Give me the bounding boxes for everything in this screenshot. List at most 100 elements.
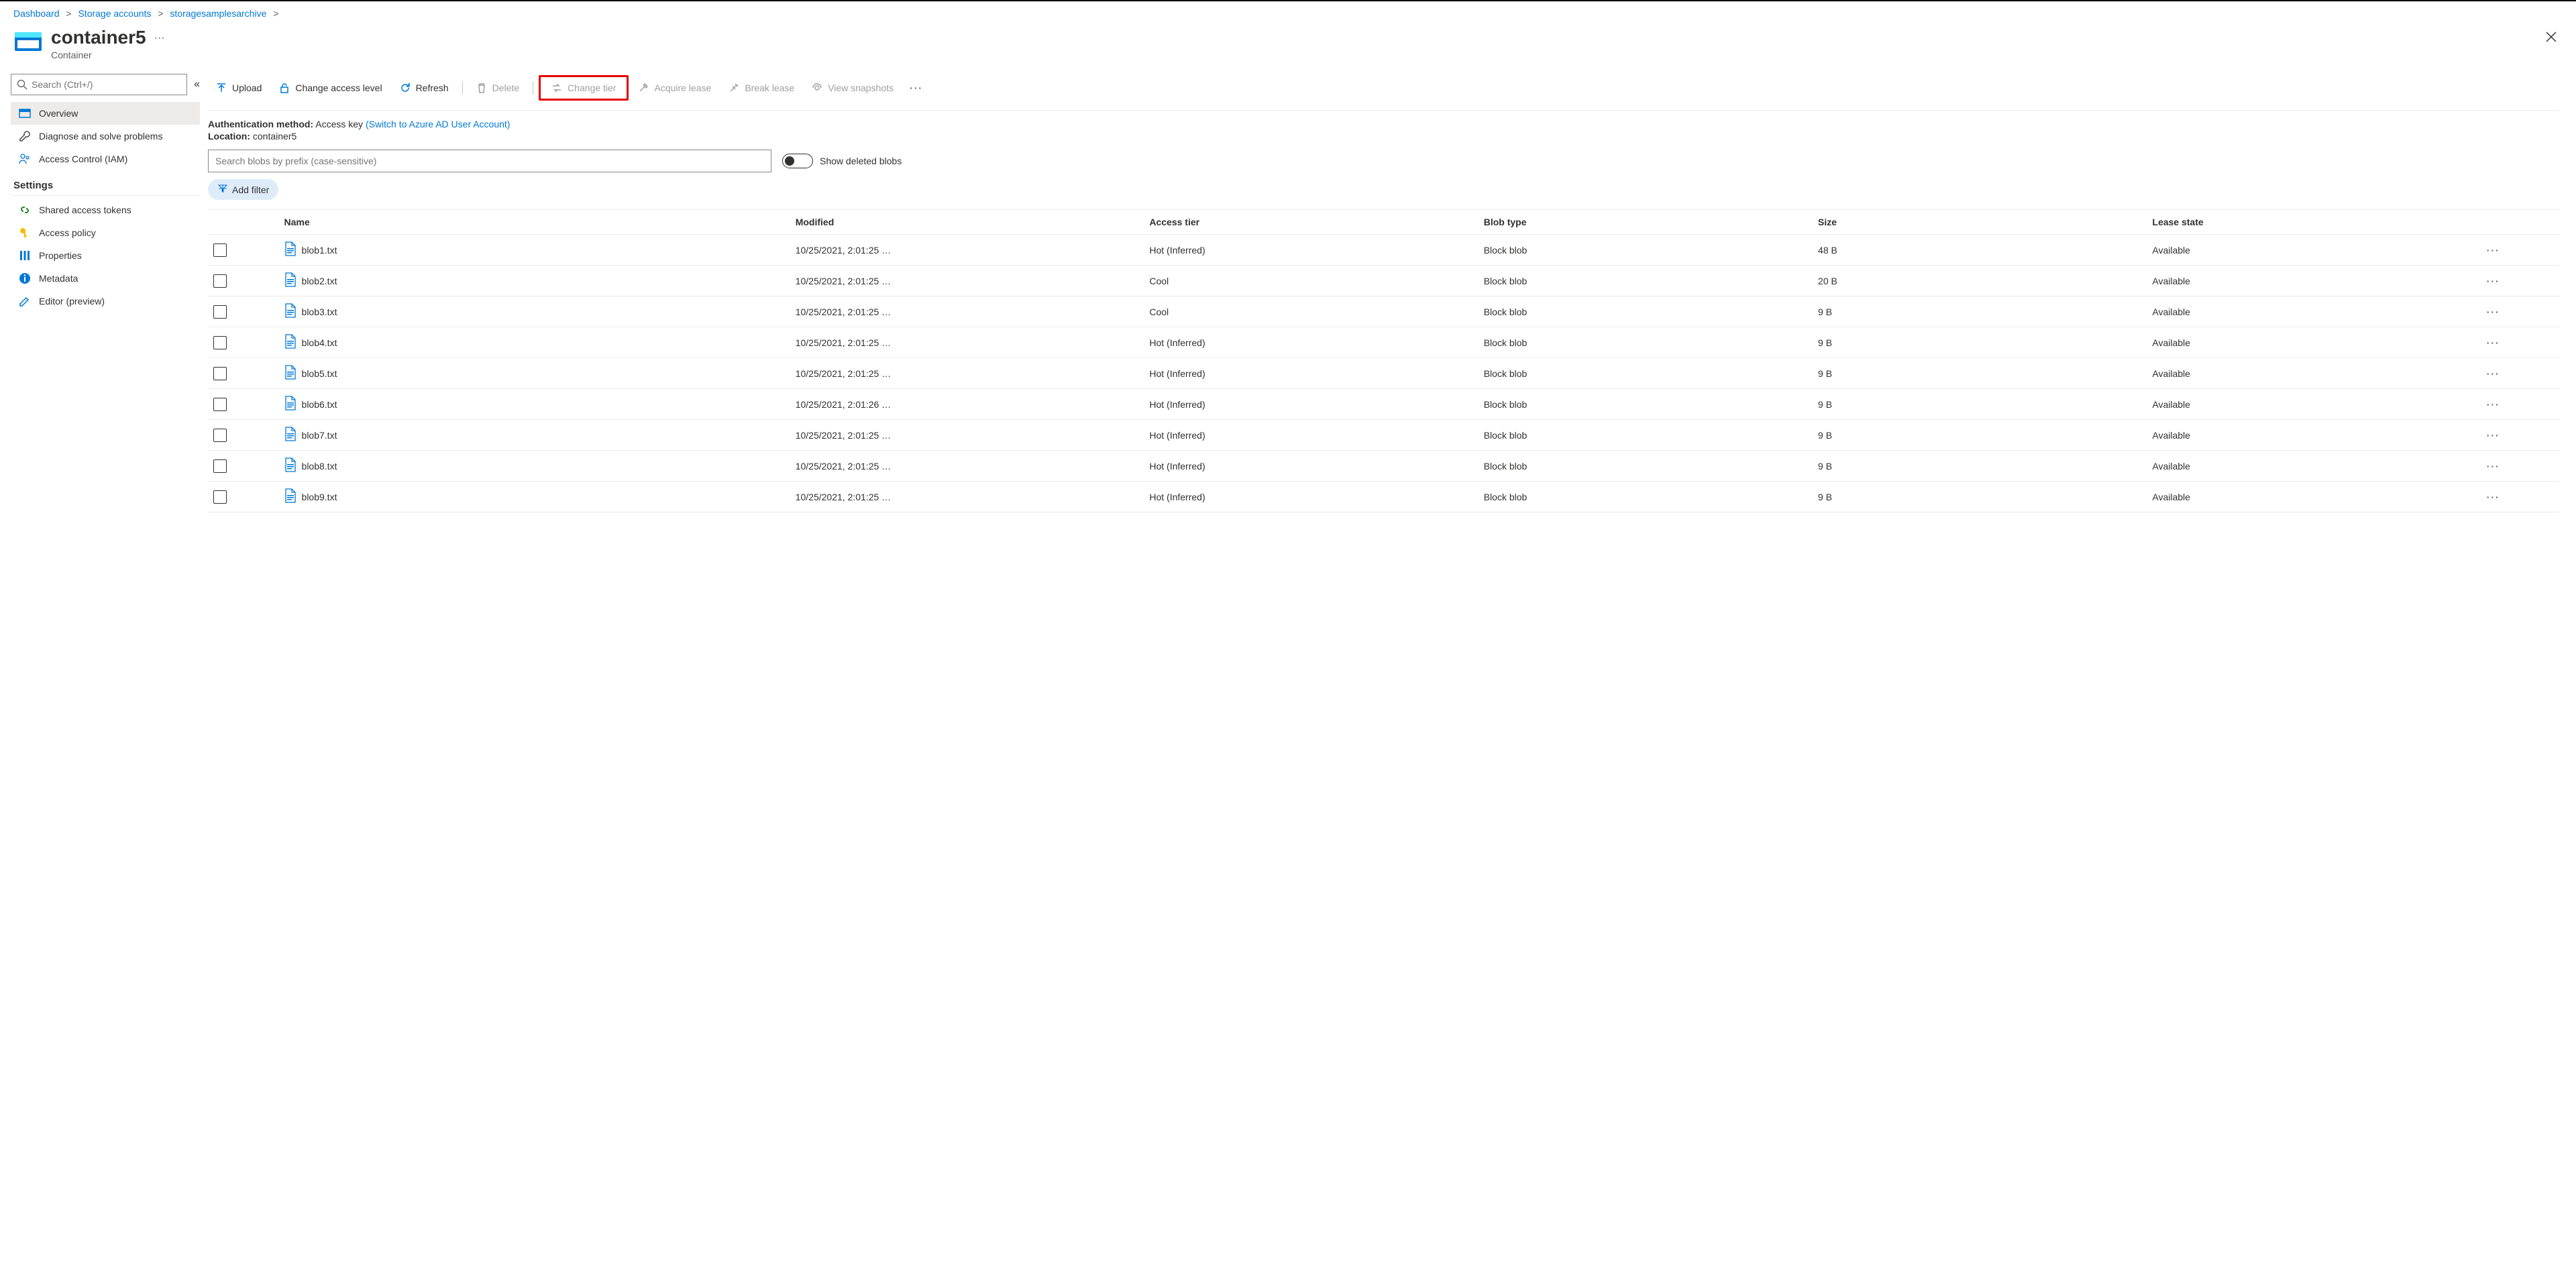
row-more-button[interactable]: ···	[2481, 327, 2560, 358]
row-checkbox[interactable]	[213, 305, 227, 319]
change-tier-icon	[551, 82, 562, 93]
sidebar-item-label: Metadata	[39, 273, 78, 284]
row-checkbox[interactable]	[213, 274, 227, 288]
sidebar-item-overview[interactable]: Overview	[11, 102, 200, 125]
refresh-button[interactable]: Refresh	[392, 78, 457, 97]
change-tier-button: Change tier	[539, 75, 629, 101]
blob-name[interactable]: blob8.txt	[302, 461, 337, 472]
blob-modified: 10/25/2021, 2:01:25 …	[790, 235, 1144, 266]
sidebar-item-diagnose[interactable]: Diagnose and solve problems	[11, 125, 200, 148]
close-button[interactable]	[2540, 27, 2563, 50]
sidebar-search-input[interactable]	[32, 79, 181, 90]
table-row[interactable]: blob8.txt10/25/2021, 2:01:25 …Hot (Infer…	[208, 451, 2560, 482]
breadcrumb-storage-accounts[interactable]: Storage accounts	[78, 8, 151, 19]
collapse-sidebar-button[interactable]: «	[194, 78, 200, 91]
overview-icon	[19, 107, 31, 119]
col-header-blob-type[interactable]: Blob type	[1479, 210, 1813, 235]
upload-button[interactable]: Upload	[208, 78, 270, 97]
blob-name[interactable]: blob7.txt	[302, 430, 337, 441]
blob-tier: Hot (Inferred)	[1144, 451, 1478, 482]
show-deleted-toggle[interactable]	[782, 154, 813, 168]
blob-lease: Available	[2147, 358, 2481, 389]
auth-method-row: Authentication method: Access key (Switc…	[208, 111, 2560, 131]
view-snapshots-button: View snapshots	[804, 78, 902, 97]
link-icon	[19, 204, 31, 216]
row-checkbox[interactable]	[213, 429, 227, 442]
table-row[interactable]: blob9.txt 10/25/2021, 2:01:25 …Hot (Infer…	[208, 482, 2560, 512]
title-more-button[interactable]: ···	[154, 27, 165, 44]
row-checkbox[interactable]	[213, 243, 227, 257]
row-checkbox[interactable]	[213, 490, 227, 504]
file-icon	[284, 365, 297, 382]
col-header-size[interactable]: Size	[1813, 210, 2147, 235]
toolbar-more-button[interactable]: ···	[903, 80, 930, 96]
file-icon	[284, 488, 297, 505]
row-more-button[interactable]: ···	[2481, 235, 2560, 266]
blob-type: Block blob	[1479, 451, 1813, 482]
change-access-level-button[interactable]: Change access level	[271, 78, 390, 97]
blob-name[interactable]: blob1.txt	[302, 245, 337, 256]
blob-modified: 10/25/2021, 2:01:25 …	[790, 420, 1144, 451]
switch-auth-link[interactable]: (Switch to Azure AD User Account)	[366, 119, 511, 129]
blob-tier: Hot (Inferred)	[1144, 482, 1478, 512]
blob-name[interactable]: blob4.txt	[302, 337, 337, 348]
blob-modified: 10/25/2021, 2:01:26 …	[790, 389, 1144, 420]
row-more-button[interactable]: ···	[2481, 389, 2560, 420]
col-header-access-tier[interactable]: Access tier	[1144, 210, 1478, 235]
blob-name[interactable]: blob5.txt	[302, 368, 337, 379]
table-row[interactable]: blob7.txt10/25/2021, 2:01:25 …Hot (Infer…	[208, 420, 2560, 451]
col-header-modified[interactable]: Modified	[790, 210, 1144, 235]
blob-size: 9 B	[1813, 389, 2147, 420]
sidebar-item-label: Properties	[39, 250, 82, 261]
row-more-button[interactable]: ···	[2481, 451, 2560, 482]
file-icon	[284, 427, 297, 443]
breadcrumb-storage-account-name[interactable]: storagesamplesarchive	[170, 8, 266, 19]
blob-type: Block blob	[1479, 420, 1813, 451]
table-row[interactable]: blob1.txt10/25/2021, 2:01:25 …Hot (Infer…	[208, 235, 2560, 266]
sidebar-item-access-policy[interactable]: Access policy	[11, 221, 200, 244]
row-more-button[interactable]: ···	[2481, 296, 2560, 327]
sidebar-item-properties[interactable]: Properties	[11, 244, 200, 267]
breadcrumb-dashboard[interactable]: Dashboard	[13, 8, 60, 19]
blob-tier: Hot (Inferred)	[1144, 358, 1478, 389]
sidebar-section-settings: Settings	[11, 170, 200, 196]
info-icon	[19, 272, 31, 284]
break-lease-icon	[729, 82, 739, 93]
blob-name[interactable]: blob9.txt	[302, 492, 337, 502]
sidebar-item-iam[interactable]: Access Control (IAM)	[11, 148, 200, 170]
blob-lease: Available	[2147, 235, 2481, 266]
toolbar: Upload Change access level Refresh Delet…	[208, 68, 2560, 111]
row-checkbox[interactable]	[213, 336, 227, 349]
sidebar-item-editor[interactable]: Editor (preview)	[11, 290, 200, 313]
blob-size: 9 B	[1813, 327, 2147, 358]
sidebar-item-label: Editor (preview)	[39, 296, 105, 307]
add-filter-button[interactable]: Add filter	[208, 179, 278, 200]
sidebar-item-shared-access-tokens[interactable]: Shared access tokens	[11, 199, 200, 221]
row-checkbox[interactable]	[213, 367, 227, 380]
table-row[interactable]: blob5.txt10/25/2021, 2:01:25 …Hot (Infer…	[208, 358, 2560, 389]
row-checkbox[interactable]	[213, 398, 227, 411]
col-header-name[interactable]: Name	[279, 210, 790, 235]
col-header-lease-state[interactable]: Lease state	[2147, 210, 2481, 235]
row-more-button[interactable]: ···	[2481, 266, 2560, 296]
table-row[interactable]: blob6.txt10/25/2021, 2:01:26 …Hot (Infer…	[208, 389, 2560, 420]
row-more-button[interactable]: ···	[2481, 358, 2560, 389]
blob-search-input[interactable]	[208, 150, 771, 172]
blob-name[interactable]: blob6.txt	[302, 399, 337, 410]
table-row[interactable]: blob3.txt10/25/2021, 2:01:25 …CoolBlock …	[208, 296, 2560, 327]
file-icon	[284, 457, 297, 474]
sidebar-item-metadata[interactable]: Metadata	[11, 267, 200, 290]
row-checkbox[interactable]	[213, 459, 227, 473]
row-more-button[interactable]: ···	[2481, 482, 2560, 512]
sidebar-search[interactable]	[11, 74, 187, 95]
blob-name[interactable]: blob3.txt	[302, 307, 337, 317]
blob-size: 9 B	[1813, 296, 2147, 327]
table-row[interactable]: blob2.txt10/25/2021, 2:01:25 …CoolBlock …	[208, 266, 2560, 296]
blob-tier: Cool	[1144, 266, 1478, 296]
blob-name[interactable]: blob2.txt	[302, 276, 337, 286]
blob-modified: 10/25/2021, 2:01:25 …	[790, 482, 1144, 512]
table-row[interactable]: blob4.txt10/25/2021, 2:01:25 …Hot (Infer…	[208, 327, 2560, 358]
blob-lease: Available	[2147, 296, 2481, 327]
file-icon	[284, 303, 297, 320]
row-more-button[interactable]: ···	[2481, 420, 2560, 451]
